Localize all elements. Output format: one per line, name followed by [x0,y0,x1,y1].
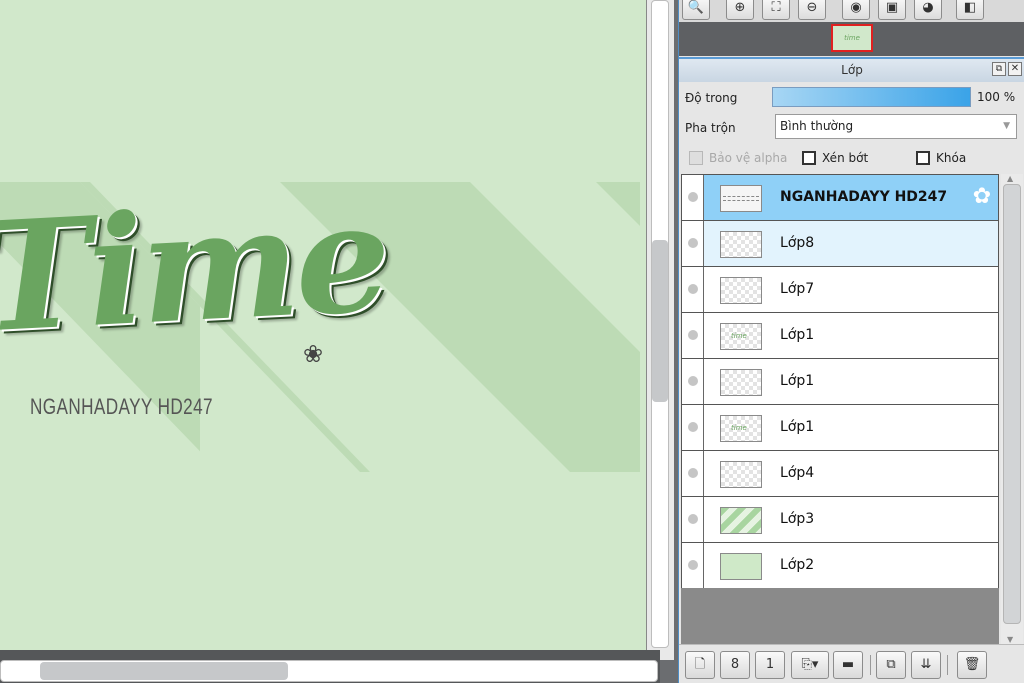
layer-thumbnail [720,553,762,580]
opacity-value: 100 % [977,90,1016,104]
layer-row[interactable]: Lớp1 [682,359,998,405]
protect-alpha-label: Bảo vệ alpha [709,151,788,165]
checkbox-box-icon [689,151,703,165]
canvas-vertical-scrollbar[interactable] [646,0,674,660]
thumbnail-text-line [723,196,759,201]
layer-row[interactable]: Lớp8 [682,221,998,267]
layer-name: Lớp7 [780,281,815,297]
visibility-toggle-icon[interactable] [682,313,704,358]
protect-alpha-checkbox[interactable]: Bảo vệ alpha [689,151,787,167]
scroll-up-icon[interactable]: ▲ [1007,174,1013,183]
navigator-toolbar: 🔍 ⊕ ⛶ ⊖ ◉ ▣ ◕ ◧ [679,0,1024,22]
layer-thumbnail: time [720,323,762,350]
clipping-label: Xén bớt [822,151,869,165]
visibility-toggle-icon[interactable] [682,543,704,588]
navigator-preview[interactable]: time [679,22,1024,56]
rotate-icon[interactable]: ◉ [842,0,870,20]
lock-checkbox[interactable]: Khóa [916,151,966,167]
blend-mode-select[interactable]: Bình thường ▼ [775,114,1017,139]
canvas-vscroll-thumb[interactable] [652,240,668,402]
toolbar-separator [870,655,871,675]
layer-thumbnail [720,185,762,212]
layer-thumbnail [720,461,762,488]
add-layer-menu-icon[interactable]: ⎘▾ [791,651,829,679]
layer-list-scroll-thumb[interactable] [1003,184,1021,624]
layer-thumbnail [720,369,762,396]
new-1bit-layer-icon[interactable]: 1 [755,651,785,679]
visibility-toggle-icon[interactable] [682,175,704,220]
layer-toolbar: 🗋 8 1 ⎘▾ ▬ ⧉ ⇊ 🗑 [679,644,1024,683]
navigator-thumbnail[interactable]: time [831,24,873,52]
scroll-down-icon[interactable]: ▼ [1007,635,1013,644]
layer-thumbnail [720,277,762,304]
lock-label: Khóa [936,151,967,165]
layer-row[interactable]: NGANHADAYY HD247 ✿ [682,175,998,221]
fullscreen-icon[interactable]: ⛶ [762,0,790,20]
layer-name: Lớp1 [780,373,815,389]
artwork-title: Time [0,169,392,367]
layer-thumbnail: time [720,415,762,442]
layer-name: Lớp1 [780,419,815,435]
merge-layer-icon[interactable]: ⇊ [911,651,941,679]
artwork-subtitle: NGANHADAYY HD247 [30,394,213,419]
checkbox-box-icon [802,151,816,165]
trash-icon[interactable]: 🗑 [957,651,987,679]
blend-mode-value: Bình thường [780,119,854,133]
close-icon[interactable]: ✕ [1008,62,1022,76]
layer-list-scrollbar[interactable]: ▲ ▼ [1001,174,1023,644]
zoom-fit-icon[interactable]: 🔍 [682,0,710,20]
new-8bit-layer-icon[interactable]: 8 [720,651,750,679]
layer-name: Lớp2 [780,557,815,573]
layer-name: Lớp3 [780,511,815,527]
thumbnail-mark: time [731,424,747,432]
thumbnail-mark: time [731,332,747,340]
checkbox-box-icon [916,151,930,165]
visibility-toggle-icon[interactable] [682,267,704,312]
reset-icon[interactable]: ◕ [914,0,942,20]
opacity-slider[interactable] [772,87,971,107]
layer-panel-title: Lớp [841,63,863,77]
layer-row[interactable]: time Lớp1 [682,313,998,359]
clipping-checkbox[interactable]: Xén bớt [802,151,868,167]
new-layer-icon[interactable]: 🗋 [685,651,715,679]
zoom-in-icon[interactable]: ⊕ [726,0,754,20]
drawing-canvas[interactable]: Time ❀ NGANHADAYY HD247 [0,0,646,650]
popout-icon[interactable]: ⧉ [992,62,1006,76]
layer-thumbnail [720,507,762,534]
layer-name: Lớp4 [780,465,815,481]
layer-panel-header: Lớp ⧉ ✕ [679,57,1024,82]
layer-row[interactable]: Lớp2 [682,543,998,589]
visibility-toggle-icon[interactable] [682,359,704,404]
visibility-toggle-icon[interactable] [682,221,704,266]
layer-thumbnail [720,231,762,258]
blend-mode-label: Pha trộn [685,121,736,135]
flower-doodle-icon: ❀ [303,340,324,368]
panel-icon[interactable]: ◧ [956,0,984,20]
flip-icon[interactable]: ▣ [878,0,906,20]
right-panel: 🔍 ⊕ ⛶ ⊖ ◉ ▣ ◕ ◧ time Lớp ⧉ ✕ Độ trong 100 % Pha… [678,0,1024,683]
visibility-toggle-icon[interactable] [682,451,704,496]
toolbar-separator [947,655,948,675]
folder-icon[interactable]: ▬ [833,651,863,679]
opacity-label: Độ trong [685,91,738,105]
layer-settings-gear-icon[interactable]: ✿ [968,183,996,211]
layer-row[interactable]: Lớp7 [682,267,998,313]
navigator-thumb-mark: time [844,34,860,42]
canvas-hscroll-thumb[interactable] [40,662,288,680]
layer-row[interactable]: Lớp3 [682,497,998,543]
layer-row[interactable]: Lớp4 [682,451,998,497]
layer-name: Lớp8 [780,235,815,251]
layer-name: NGANHADAYY HD247 [780,189,948,205]
layer-name: Lớp1 [780,327,815,343]
layer-list[interactable]: NGANHADAYY HD247 ✿ Lớp8 Lớp7 time Lớp1 Lớp1 tim… [681,174,999,589]
visibility-toggle-icon[interactable] [682,497,704,542]
visibility-toggle-icon[interactable] [682,405,704,450]
zoom-out-icon[interactable]: ⊖ [798,0,826,20]
layer-list-empty-area [681,588,999,644]
canvas-horizontal-scrollbar[interactable] [0,650,660,683]
duplicate-layer-icon[interactable]: ⧉ [876,651,906,679]
layer-row[interactable]: time Lớp1 [682,405,998,451]
chevron-down-icon: ▼ [1003,121,1010,131]
